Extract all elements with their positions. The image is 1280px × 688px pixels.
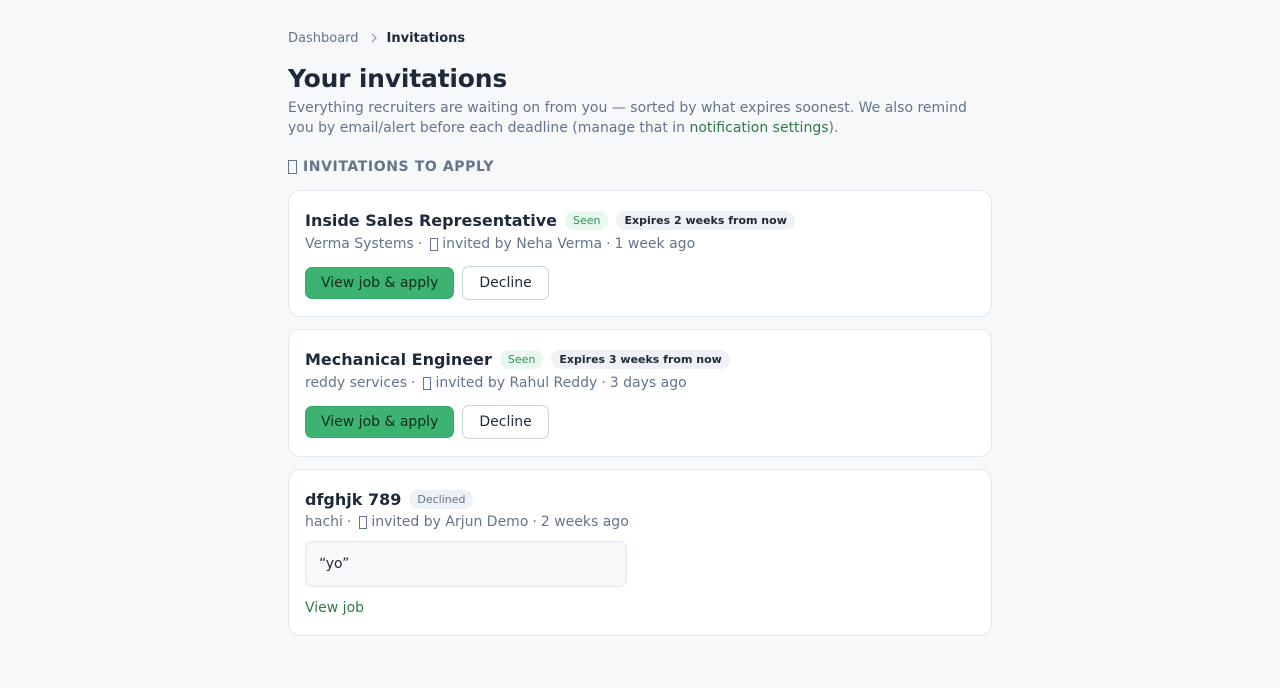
meta-separator: · bbox=[411, 375, 416, 391]
invited-by: invited by Arjun Demo bbox=[371, 514, 529, 530]
view-job-apply-button[interactable]: View job & apply bbox=[305, 267, 455, 299]
breadcrumb: Dashboard Invitations bbox=[288, 30, 465, 46]
invited-ago: 3 days ago bbox=[609, 375, 687, 391]
invited-by: invited by Neha Verma bbox=[442, 236, 603, 252]
meta-separator: · bbox=[601, 375, 606, 391]
invitation-title-row: dfghjk 789 Declined bbox=[305, 488, 474, 510]
envelope-icon bbox=[288, 160, 297, 174]
invitation-card: Inside Sales Representative Seen Expires… bbox=[288, 190, 992, 317]
expiry-badge: Expires 3 weeks from now bbox=[551, 349, 730, 369]
person-icon bbox=[430, 237, 439, 251]
job-title: dfghjk 789 bbox=[305, 489, 402, 509]
company-name: hachi bbox=[305, 514, 343, 530]
notification-settings-link[interactable]: notification settings bbox=[689, 120, 828, 136]
invitation-meta: reddy services · invited by Rahul Reddy … bbox=[305, 375, 687, 391]
decline-button[interactable]: Decline bbox=[462, 266, 549, 300]
job-title: Inside Sales Representative bbox=[305, 210, 557, 230]
invitation-meta: Verma Systems · invited by Neha Verma · … bbox=[305, 236, 695, 252]
expiry-badge: Expires 2 weeks from now bbox=[616, 210, 795, 230]
person-icon bbox=[359, 515, 368, 529]
company-name: reddy services bbox=[305, 375, 408, 391]
invitation-actions: View job & apply Decline bbox=[305, 405, 549, 439]
invited-ago: 1 week ago bbox=[614, 236, 696, 252]
meta-separator: · bbox=[346, 514, 352, 530]
section-heading: INVITATIONS TO APPLY bbox=[288, 159, 494, 175]
seen-badge: Seen bbox=[564, 210, 609, 230]
section-title: INVITATIONS TO APPLY bbox=[303, 159, 495, 175]
page-description: Everything recruiters are waiting on fro… bbox=[288, 98, 988, 138]
invitation-title-row: Inside Sales Representative Seen Expires… bbox=[305, 209, 795, 231]
meta-separator: · bbox=[417, 236, 423, 252]
recruiter-note: “yo” bbox=[305, 541, 627, 587]
person-icon bbox=[423, 376, 432, 390]
declined-badge: Declined bbox=[409, 489, 474, 509]
description-text: Everything recruiters are waiting on fro… bbox=[288, 100, 967, 136]
invited-ago: 2 weeks ago bbox=[540, 514, 629, 530]
decline-button[interactable]: Decline bbox=[462, 405, 549, 439]
meta-separator: · bbox=[606, 236, 611, 252]
invited-by: invited by Rahul Reddy bbox=[435, 375, 598, 391]
description-suffix: ). bbox=[828, 120, 839, 136]
company-name: Verma Systems bbox=[305, 236, 414, 252]
invitation-actions: View job & apply Decline bbox=[305, 266, 549, 300]
invitation-title-row: Mechanical Engineer Seen Expires 3 weeks… bbox=[305, 348, 730, 370]
seen-badge: Seen bbox=[499, 349, 544, 369]
breadcrumb-current: Invitations bbox=[386, 30, 466, 46]
view-job-apply-button[interactable]: View job & apply bbox=[305, 406, 455, 438]
invitation-card: dfghjk 789 Declined hachi · invited by A… bbox=[288, 469, 992, 636]
breadcrumb-dashboard-link[interactable]: Dashboard bbox=[288, 31, 359, 46]
invitation-meta: hachi · invited by Arjun Demo · 2 weeks … bbox=[305, 514, 629, 530]
view-job-link[interactable]: View job bbox=[305, 600, 364, 616]
page-title: Your invitations bbox=[288, 64, 508, 93]
meta-separator: · bbox=[532, 514, 537, 530]
chevron-right-icon bbox=[369, 30, 379, 46]
invitation-card: Mechanical Engineer Seen Expires 3 weeks… bbox=[288, 329, 992, 457]
job-title: Mechanical Engineer bbox=[305, 349, 492, 369]
